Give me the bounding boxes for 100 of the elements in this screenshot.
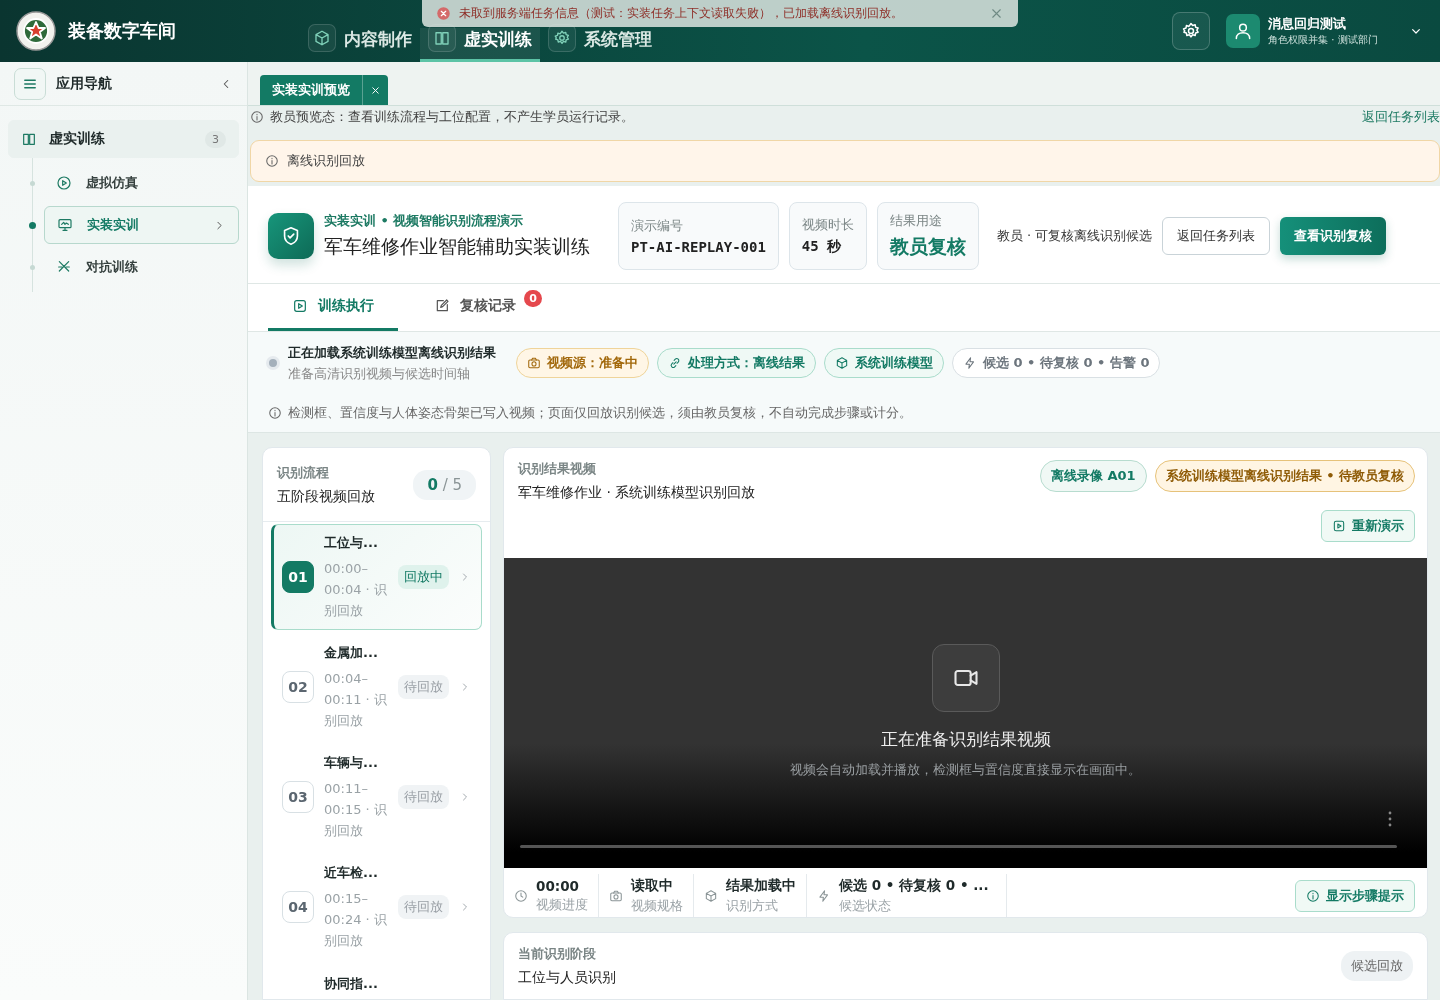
status-title: 正在加载系统训练模型离线识别结果 [288,343,496,362]
step-item[interactable]: 协同指... [271,964,482,999]
task-category: 实装实训 • 视频智能识别流程演示 [324,211,525,230]
sidebar-title: 应用导航 [56,74,113,93]
emblem-logo [16,11,56,51]
step-time: 00:00–00:04 · 识别回放 [324,559,388,620]
play-icon [56,175,72,191]
step-item[interactable]: 03 车辆与... 00:11–00:15 · 识别回放 待回放 [271,744,482,850]
show-hints-button[interactable]: 显示步骤提示 [1295,880,1415,912]
info-value: 读取中 [631,877,674,895]
panel-label: 识别结果视频 [518,460,597,478]
info-icon [268,406,282,420]
shield-icon [268,212,314,259]
camera-icon [527,356,541,370]
info-icon [1306,889,1320,903]
section-tab[interactable]: 复核记录 0 [410,284,540,331]
tree-node-dot [30,180,35,186]
stat-label: 视频时长 [801,215,854,234]
toast-message: 未取到服务端任务信息（测试：实装任务上下文读取失败），已加载离线识别回放。 [459,5,903,22]
settings-button[interactable] [1172,12,1210,50]
task-title: 军车维修作业智能辅助实装训练 [324,233,590,259]
stat-label: 结果用途 [889,211,943,230]
stat-value: PT-AI-REPLAY-001 [631,238,766,255]
error-icon [436,6,451,21]
status-subtitle: 准备高清识别视频与候选时间轴 [288,365,471,383]
step-status: 待回放 [398,675,449,699]
back-button[interactable]: 返回任务列表 [1162,216,1271,255]
stat-value: 教员复核 [889,233,966,259]
info-value: 结果加载中 [726,877,796,895]
sidebar-item[interactable]: 实装实训 [44,206,239,244]
progress-count: 0 / 5 [413,469,476,500]
more-icon[interactable] [1387,810,1393,828]
step-time: 00:15–00:24 · 识别回放 [324,889,388,950]
panel-title: 军车维修作业 · 系统训练模型识别回放 [518,484,757,502]
back-link[interactable]: 返回任务列表 [1362,108,1440,126]
status-chip: 处理方式：离线结果 [657,348,816,378]
stat-value: 45 秒 [801,237,843,256]
monitor-icon [57,217,73,233]
book-icon [433,29,451,47]
page-tab[interactable]: 实装实训预览 [260,75,388,105]
panel-title: 五阶段视频回放 [277,487,376,506]
info-icon [265,154,279,168]
step-status: 待回放 [398,895,449,919]
info-label: 候选状态 [839,898,892,915]
settings-icon [553,29,571,47]
step-number: 02 [282,671,314,703]
tree-node-dot [29,221,36,229]
info-value: 候选 0 • 待复核 0 • ... [839,877,989,895]
sidebar-group[interactable]: 虚实训练 3 [8,120,239,158]
count-badge: 3 [205,130,226,148]
clock-icon [514,889,528,903]
step-item[interactable]: 02 金属加... 00:04–00:11 · 识别回放 待回放 [271,634,482,740]
video-status-text: 视频会自动加载并播放，检测框与置信度直接显示在画面中。 [790,761,1141,779]
step-status: 回放中 [398,565,449,589]
step-time: 00:04–00:11 · 识别回放 [324,669,388,730]
group-label: 虚实训练 [49,130,106,148]
menu-button[interactable] [14,67,46,100]
avatar [1226,14,1260,48]
step-item[interactable]: 01 工位与... 00:00–00:04 · 识别回放 回放中 [271,524,482,630]
status-tag: 离线录像 A01 [1039,460,1147,492]
play-icon [292,298,308,314]
camera-icon [609,889,623,903]
step-time: 00:11–00:15 · 识别回放 [324,779,388,840]
status-chip: 视频源：准备中 [516,348,649,378]
status-dot [266,356,280,370]
info-icon [250,110,264,124]
sidebar-item[interactable]: 对抗训练 [43,248,239,286]
video-camera-icon [931,644,1000,712]
step-title: 协同指... [324,975,379,993]
notice-text: 教员预览态：查看训练流程与工位配置，不产生学员运行记录。 [270,108,635,126]
stage-title: 工位与人员识别 [518,969,617,987]
video-progress-track[interactable] [520,845,1397,848]
user-name: 消息回归测试 [1268,15,1347,33]
step-number: 04 [282,891,314,923]
step-number: 03 [282,781,314,813]
app-title: 装备数字车间 [68,19,176,43]
video-status-title: 正在准备识别结果视频 [880,728,1051,751]
cube-icon [704,889,718,903]
cube-icon [835,356,849,370]
stage-badge: 候选回放 [1341,951,1413,981]
panel-label: 识别流程 [277,463,330,482]
sidebar-item[interactable]: 虚拟仿真 [43,164,239,202]
replay-button[interactable]: 重新演示 [1321,510,1415,542]
book-icon [21,131,37,147]
status-chip: 候选 0 • 待复核 0 • 告警 0 [952,348,1161,378]
cube-icon [313,29,331,47]
step-item[interactable]: 04 近车检... 00:15–00:24 · 识别回放 待回放 [271,854,482,960]
step-title: 车辆与... [324,753,379,772]
tree-node-dot [30,264,35,270]
lightning-icon [817,889,831,903]
step-title: 金属加... [324,643,379,662]
lightning-icon [963,356,977,370]
info-value: 00:00 [536,878,580,894]
review-button[interactable]: 查看识别复核 [1280,216,1387,255]
info-label: 视频进度 [536,897,588,914]
status-tag: 系统训练模型离线识别结果 • 待教员复核 [1154,460,1415,492]
step-title: 工位与... [324,533,379,552]
info-label: 识别方式 [726,898,779,915]
status-chip: 系统训练模型 [824,348,944,378]
step-title: 近车检... [324,863,379,882]
